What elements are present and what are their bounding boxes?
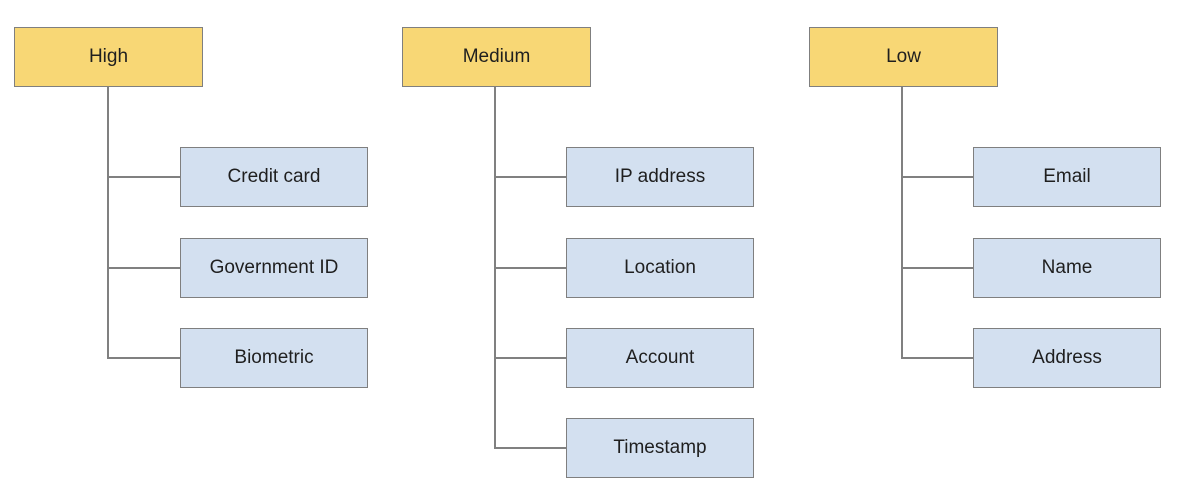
item-box-email: Email [973, 147, 1161, 207]
item-label: Timestamp [613, 437, 707, 458]
trunk-line-high [107, 87, 109, 358]
item-label: Government ID [209, 257, 339, 278]
connector-line [901, 176, 973, 178]
connector-line [494, 447, 566, 449]
trunk-line-low [901, 87, 903, 358]
item-box-name: Name [973, 238, 1161, 298]
item-box-government-id: Government ID [180, 238, 368, 298]
connector-line [494, 357, 566, 359]
item-label: Name [1041, 257, 1093, 278]
connector-line [494, 176, 566, 178]
connector-line [494, 267, 566, 269]
connector-line [107, 357, 180, 359]
item-box-account: Account [566, 328, 754, 388]
item-label: Biometric [234, 347, 314, 368]
category-label: High [88, 46, 129, 67]
item-label: Location [624, 257, 696, 278]
category-high-box: High [14, 27, 203, 87]
item-box-credit-card: Credit card [180, 147, 368, 207]
category-low-box: Low [809, 27, 998, 87]
item-label: Address [1032, 347, 1102, 368]
item-label: Email [1043, 166, 1091, 187]
item-label: IP address [614, 166, 706, 187]
category-medium-box: Medium [402, 27, 591, 87]
item-box-timestamp: Timestamp [566, 418, 754, 478]
connector-line [107, 176, 180, 178]
item-box-biometric: Biometric [180, 328, 368, 388]
item-label: Account [625, 347, 695, 368]
item-box-location: Location [566, 238, 754, 298]
item-label: Credit card [227, 166, 321, 187]
category-label: Medium [462, 46, 531, 67]
connector-line [901, 357, 973, 359]
category-label: Low [886, 46, 921, 67]
item-box-address: Address [973, 328, 1161, 388]
connector-line [901, 267, 973, 269]
item-box-ip-address: IP address [566, 147, 754, 207]
connector-line [107, 267, 180, 269]
